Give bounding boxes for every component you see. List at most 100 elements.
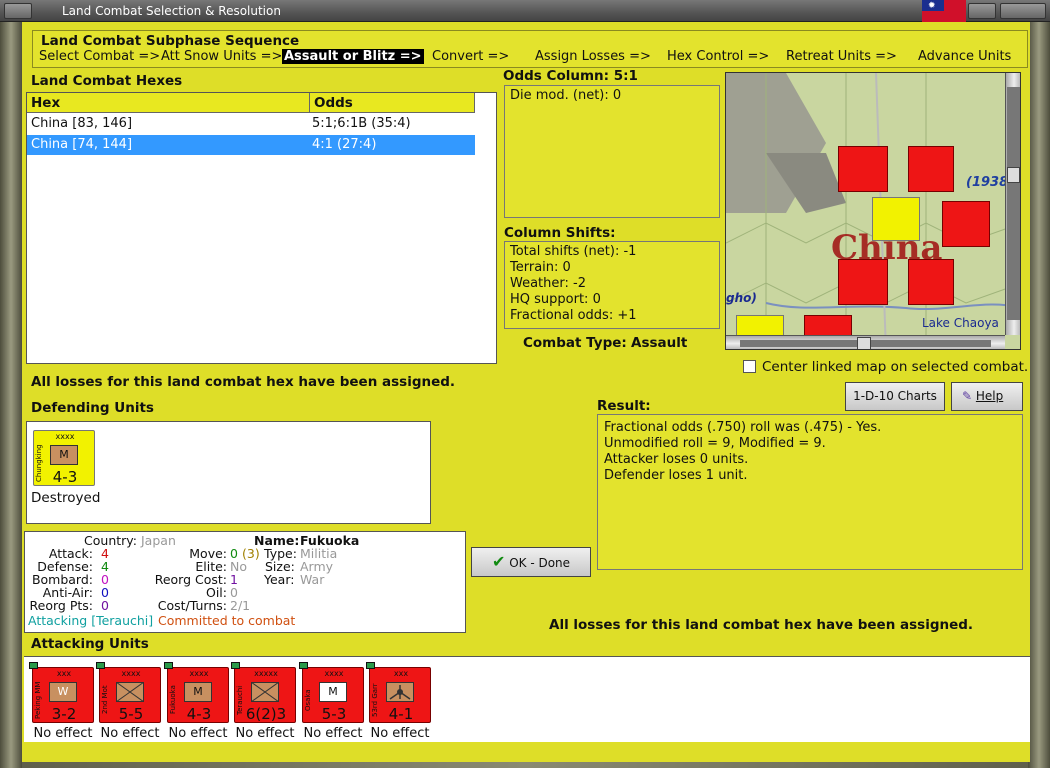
result-line: Fractional odds (.750) roll was (.475) -… — [604, 420, 882, 435]
stack-marker — [366, 662, 375, 669]
step-assign-losses: Assign Losses => — [535, 49, 651, 64]
odds-cell: 5:1;6:1B (35:4) — [312, 116, 411, 131]
attacker-status: No effect — [235, 726, 295, 741]
combat-type-value: Assault — [631, 335, 688, 351]
attacker-counter[interactable]: xxxx Fukuoka M 4-3 — [164, 662, 229, 723]
attacker-counter[interactable]: xxxx Osaka M 5-3 R — [299, 662, 377, 723]
unit-strength: 5-3 — [321, 705, 347, 723]
map-unit-counter[interactable] — [838, 146, 888, 192]
stack-marker — [29, 662, 38, 669]
stack-marker — [231, 662, 240, 669]
map-label-lake: Lake Chaoya — [922, 316, 999, 330]
unit-type-letter: M — [59, 448, 69, 461]
stack-marker — [164, 662, 173, 669]
hex-cell: China [83, 146] — [31, 116, 133, 131]
defending-units-heading: Defending Units — [31, 400, 154, 416]
attacker-status: No effect — [168, 726, 228, 741]
attacker-counter[interactable]: xxx 53rd Garr 4-1 — [366, 662, 431, 723]
center-map-checkbox-label: Center linked map on selected combat. — [762, 359, 1029, 375]
close-button[interactable] — [1000, 3, 1046, 19]
map-label-fragment: gho) — [726, 291, 757, 305]
shift-terrain: Terrain: 0 — [510, 260, 571, 275]
unit-strength: 3-2 — [51, 705, 77, 723]
year-label: Year: — [264, 572, 295, 587]
attacking-units-box: xxx Peking MM W 3-2 No effect xxxx 2nd M… — [24, 656, 1030, 742]
map-vertical-scrollbar[interactable] — [1005, 73, 1020, 335]
column-header-odds[interactable]: Odds — [310, 93, 475, 113]
ok-done-button[interactable]: ✔ OK - Done — [471, 547, 591, 577]
committed-status: Committed to combat — [158, 613, 296, 628]
result-line: Attacker loses 0 units. — [604, 452, 749, 467]
unit-strength: 5-5 — [118, 705, 144, 723]
unit-strength: 4-3 — [52, 468, 78, 486]
scroll-thumb[interactable] — [1007, 167, 1020, 183]
help-button[interactable]: ✎ Help — [951, 382, 1023, 411]
defender-counter[interactable]: xxxx Chungking M 4-3 — [33, 430, 95, 486]
map-unit-counter[interactable] — [838, 259, 888, 305]
scroll-thumb[interactable] — [857, 337, 871, 349]
attacker-status: No effect — [33, 726, 93, 741]
shift-weather: Weather: -2 — [510, 276, 586, 291]
hq-cross-icon — [251, 682, 279, 702]
shift-fractional-odds: Fractional odds: +1 — [510, 308, 637, 323]
attacking-units-heading: Attacking Units — [31, 636, 149, 652]
unit-type-letter: W — [57, 685, 69, 698]
odds-column-heading: Odds Column: 5:1 — [503, 68, 638, 84]
step-retreat-units: Retreat Units => — [786, 49, 897, 64]
unit-size: xxx — [56, 669, 72, 678]
system-menu-button[interactable] — [4, 3, 32, 19]
unit-type-letter: M — [193, 685, 203, 698]
map-unit-counter[interactable] — [942, 201, 990, 247]
result-panel: Fractional odds (.750) roll was (.475) -… — [597, 414, 1023, 570]
step-convert: Convert => — [432, 49, 510, 64]
hex-cell: China [74, 144] — [31, 137, 133, 152]
step-att-snow-units: Att Snow Units => — [161, 49, 283, 64]
table-row-selected[interactable]: China [74, 144] 4:1 (27:4) — [27, 135, 475, 155]
right-frame-rail — [1028, 22, 1050, 768]
window-title: Land Combat Selection & Resolution — [62, 4, 281, 18]
flag-icon: ✹ — [922, 0, 966, 22]
charts-button[interactable]: 1-D-10 Charts — [845, 382, 945, 411]
map-defender-counter[interactable] — [872, 197, 920, 241]
linked-map[interactable]: China (1938) Lake Chaoya gho) — [725, 72, 1021, 350]
attacker-counter[interactable]: xxx Peking MM W 3-2 — [29, 662, 94, 723]
unit-strength: 6(2)3 — [245, 705, 287, 723]
unit-size: xxxx — [189, 669, 209, 678]
attacker-counter[interactable]: xxxxx Terauchi 6(2)3 — [231, 662, 296, 723]
minimize-button[interactable] — [968, 3, 996, 19]
country-value: Japan — [141, 533, 176, 548]
stack-marker — [96, 662, 105, 669]
title-bar: Land Combat Selection & Resolution ✹ — [0, 0, 1050, 22]
column-shifts-heading: Column Shifts: — [504, 225, 616, 241]
subphase-sequence-panel: Land Combat Subphase Sequence Select Com… — [32, 30, 1028, 68]
attacker-status: No effect — [100, 726, 160, 741]
reorg-pts-value: 0 — [101, 598, 109, 613]
shift-hq-support: HQ support: 0 — [510, 292, 601, 307]
step-assault-or-blitz: Assault or Blitz => — [282, 49, 424, 64]
defending-units-box: xxxx Chungking M 4-3 Destroyed — [26, 421, 431, 524]
attacker-status: No effect — [370, 726, 430, 741]
land-combat-hexes-heading: Land Combat Hexes — [31, 73, 183, 89]
cost-turns-value: 2/1 — [230, 598, 251, 613]
result-line: Unmodified roll = 9, Modified = 9. — [604, 436, 826, 451]
shift-total: Total shifts (net): -1 — [510, 244, 637, 259]
map-unit-counter[interactable] — [908, 259, 954, 305]
reorg-pts-label: Reorg Pts: — [29, 598, 93, 613]
unit-info-panel: Country: Japan Attack: 4 Defense: 4 Bomb… — [24, 531, 466, 633]
step-advance-units: Advance Units — [918, 49, 1012, 64]
table-row[interactable]: China [83, 146] 5:1;6:1B (35:4) — [27, 114, 475, 134]
combat-type-label: Combat Type: — [523, 335, 627, 351]
losses-assigned-message: All losses for this land combat hex have… — [31, 374, 456, 390]
help-button-label: Help — [975, 389, 1004, 403]
unit-size: xxxxx — [254, 669, 278, 678]
attacker-counter[interactable]: xxxx 2nd Mot 5-5 — [96, 662, 161, 723]
map-unit-counter[interactable] — [908, 146, 954, 192]
odds-panel: Die mod. (net): 0 — [504, 85, 720, 218]
unit-strength: 4-3 — [186, 705, 212, 723]
center-map-checkbox[interactable] — [743, 360, 756, 373]
unit-size: xxx — [393, 669, 409, 678]
odds-cell: 4:1 (27:4) — [312, 137, 377, 152]
map-horizontal-scrollbar[interactable] — [726, 335, 1005, 349]
column-header-hex[interactable]: Hex — [27, 93, 310, 113]
die-mod-text: Die mod. (net): 0 — [510, 88, 622, 103]
